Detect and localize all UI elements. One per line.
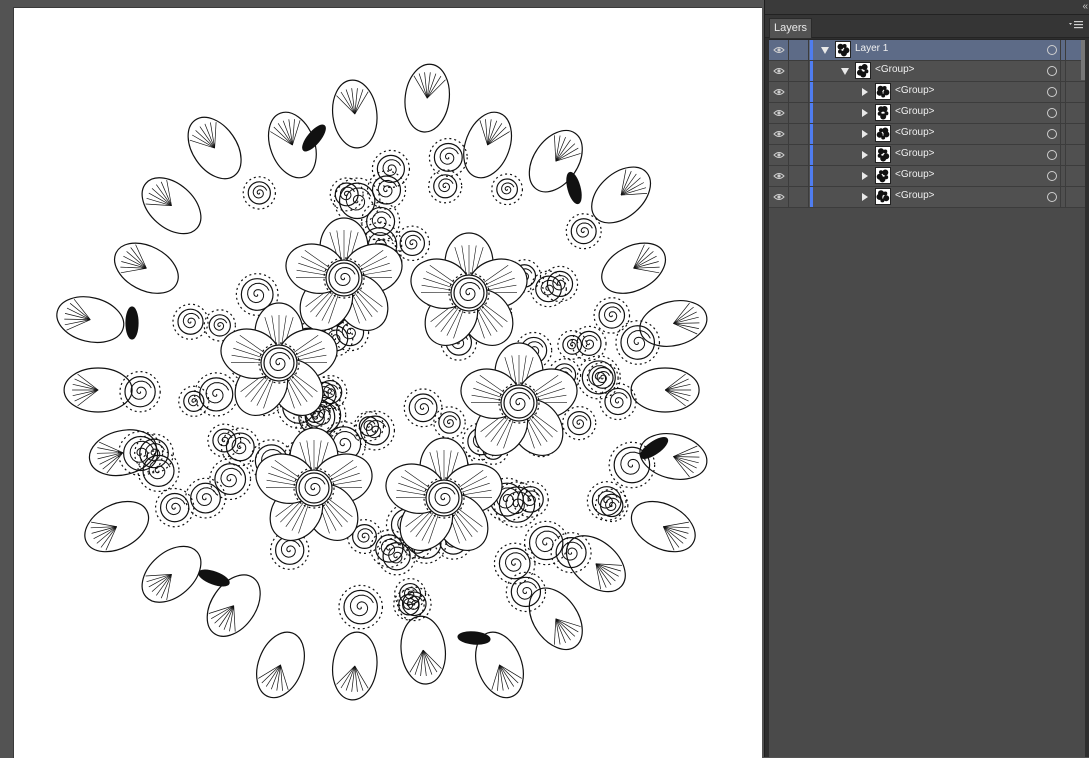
panel-menu-icon[interactable] bbox=[1069, 20, 1083, 30]
column-divider bbox=[1060, 145, 1061, 165]
layer-list: Layer 1 <Group> <Group> <Group> <Group> <Grou… bbox=[769, 39, 1085, 757]
target-circle-icon[interactable] bbox=[1047, 66, 1057, 76]
column-divider bbox=[1060, 40, 1061, 60]
layer-color-indicator bbox=[810, 82, 813, 102]
target-circle-icon[interactable] bbox=[1047, 87, 1057, 97]
expand-triangle-icon[interactable] bbox=[862, 88, 868, 96]
layer-thumbnail bbox=[835, 41, 851, 58]
collapse-panel-button[interactable]: « bbox=[1082, 1, 1087, 12]
target-circle-icon[interactable] bbox=[1047, 171, 1057, 181]
lock-toggle[interactable] bbox=[789, 124, 809, 144]
visibility-eye-icon[interactable] bbox=[769, 124, 789, 144]
expand-triangle-icon[interactable] bbox=[862, 151, 868, 159]
tab-layers[interactable]: Layers bbox=[769, 18, 813, 38]
target-circle-icon[interactable] bbox=[1047, 129, 1057, 139]
sublayer-row[interactable]: <Group> bbox=[769, 103, 1085, 124]
collapse-triangle-icon[interactable] bbox=[821, 47, 829, 54]
layer-thumbnail bbox=[875, 83, 891, 100]
layer-name[interactable]: <Group> bbox=[895, 148, 934, 159]
layer-color-indicator bbox=[810, 145, 813, 165]
sublayer-row[interactable]: <Group> bbox=[769, 82, 1085, 103]
sublayer-row[interactable]: <Group> bbox=[769, 61, 1085, 82]
visibility-eye-icon[interactable] bbox=[769, 40, 789, 60]
layer-color-indicator bbox=[810, 124, 813, 144]
target-circle-icon[interactable] bbox=[1047, 150, 1057, 160]
column-divider bbox=[1060, 82, 1061, 102]
visibility-eye-icon[interactable] bbox=[769, 103, 789, 123]
layer-name[interactable]: <Group> bbox=[895, 190, 934, 201]
sublayer-row[interactable]: <Group> bbox=[769, 145, 1085, 166]
panel-tab-bar: Layers bbox=[765, 15, 1089, 38]
layer-name[interactable]: <Group> bbox=[895, 127, 934, 138]
column-divider bbox=[1060, 166, 1061, 186]
layer-thumbnail bbox=[875, 167, 891, 184]
column-divider bbox=[1060, 103, 1061, 123]
column-divider bbox=[1060, 187, 1061, 207]
layer-name[interactable]: <Group> bbox=[895, 169, 934, 180]
sublayer-row[interactable]: <Group> bbox=[769, 187, 1085, 208]
canvas-area[interactable] bbox=[0, 0, 764, 758]
lock-toggle[interactable] bbox=[789, 40, 809, 60]
selection-indicator[interactable] bbox=[1065, 145, 1085, 165]
target-circle-icon[interactable] bbox=[1047, 45, 1057, 55]
selection-indicator[interactable] bbox=[1065, 187, 1085, 207]
layer-name[interactable]: <Group> bbox=[875, 64, 914, 75]
sublayer-row[interactable]: <Group> bbox=[769, 124, 1085, 145]
sublayer-row[interactable]: <Group> bbox=[769, 166, 1085, 187]
visibility-eye-icon[interactable] bbox=[769, 166, 789, 186]
expand-triangle-icon[interactable] bbox=[862, 193, 868, 201]
layer-color-indicator bbox=[810, 61, 813, 81]
layer-thumbnail bbox=[875, 125, 891, 142]
layer-color-indicator bbox=[810, 40, 813, 60]
visibility-eye-icon[interactable] bbox=[769, 82, 789, 102]
target-circle-icon[interactable] bbox=[1047, 192, 1057, 202]
layer-row[interactable]: Layer 1 bbox=[769, 40, 1085, 61]
expand-triangle-icon[interactable] bbox=[862, 172, 868, 180]
expand-triangle-icon[interactable] bbox=[862, 130, 868, 138]
expand-triangle-icon[interactable] bbox=[862, 109, 868, 117]
layer-color-indicator bbox=[810, 187, 813, 207]
layer-color-indicator bbox=[810, 103, 813, 123]
target-circle-icon[interactable] bbox=[1047, 108, 1057, 118]
layer-list-empty-area bbox=[769, 208, 1085, 757]
mandala-artwork[interactable] bbox=[14, 8, 762, 758]
selection-indicator[interactable] bbox=[1065, 103, 1085, 123]
layer-name[interactable]: <Group> bbox=[895, 85, 934, 96]
layer-thumbnail bbox=[875, 188, 891, 205]
layer-thumbnail bbox=[855, 62, 871, 79]
layer-thumbnail bbox=[875, 104, 891, 121]
selection-indicator[interactable] bbox=[1065, 166, 1085, 186]
artboard[interactable] bbox=[13, 7, 762, 758]
selection-indicator[interactable] bbox=[1065, 124, 1085, 144]
lock-toggle[interactable] bbox=[789, 103, 809, 123]
lock-toggle[interactable] bbox=[789, 82, 809, 102]
visibility-eye-icon[interactable] bbox=[769, 145, 789, 165]
visibility-eye-icon[interactable] bbox=[769, 187, 789, 207]
lock-toggle[interactable] bbox=[789, 145, 809, 165]
lock-toggle[interactable] bbox=[789, 61, 809, 81]
scrollbar[interactable] bbox=[1081, 40, 1085, 80]
panel-title-bar: « bbox=[765, 0, 1089, 15]
column-divider bbox=[1060, 124, 1061, 144]
layer-name[interactable]: Layer 1 bbox=[855, 43, 888, 54]
selection-indicator[interactable] bbox=[1065, 82, 1085, 102]
lock-toggle[interactable] bbox=[789, 166, 809, 186]
layer-color-indicator bbox=[810, 166, 813, 186]
column-divider bbox=[1060, 61, 1061, 81]
layer-name[interactable]: <Group> bbox=[895, 106, 934, 117]
layer-thumbnail bbox=[875, 146, 891, 163]
lock-toggle[interactable] bbox=[789, 187, 809, 207]
layers-panel: « Layers Layer 1 <Group> <Group> <Group> <Gr… bbox=[764, 0, 1089, 757]
visibility-eye-icon[interactable] bbox=[769, 61, 789, 81]
collapse-triangle-icon[interactable] bbox=[841, 68, 849, 75]
